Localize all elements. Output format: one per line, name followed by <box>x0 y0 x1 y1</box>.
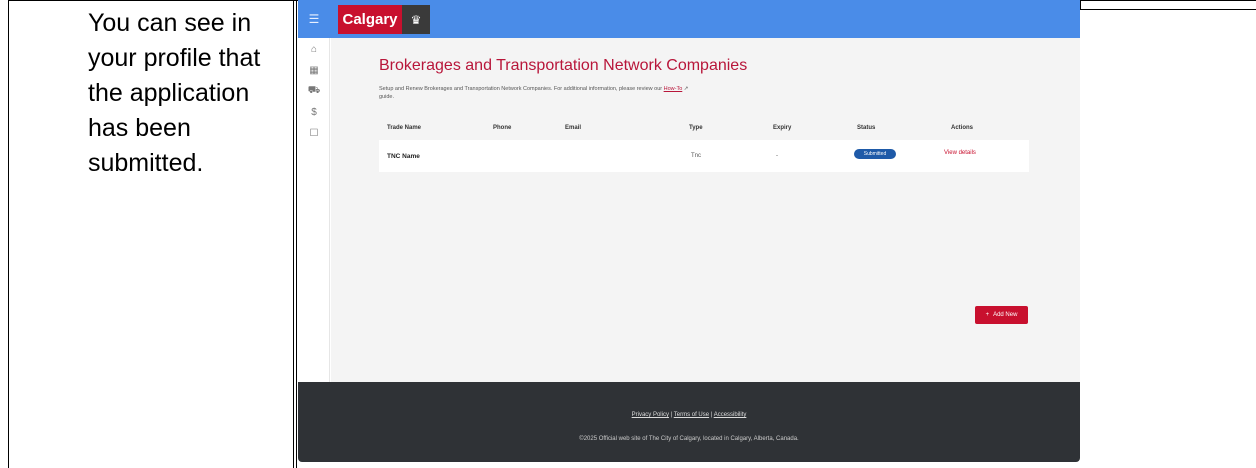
column-header-status[interactable]: Status <box>857 125 875 131</box>
table-row: TNC Name Tnc - Submitted View details <box>379 140 1029 172</box>
car-icon[interactable]: ⛟ <box>298 81 330 102</box>
footer-copyright: ©2025 Official web site of The City of C… <box>579 436 799 442</box>
trade-name-cell: TNC Name <box>387 153 420 160</box>
home-icon[interactable]: ⌂ <box>298 39 330 60</box>
column-header-expiry[interactable]: Expiry <box>773 125 791 131</box>
instruction-text: You can see in your profile that the app… <box>88 9 261 177</box>
crest-icon: ♛ <box>402 5 430 34</box>
table-header: Trade Name Phone Email Type Expiry Statu… <box>379 121 1029 137</box>
add-new-label: Add New <box>993 312 1018 318</box>
app-screenshot: ☰ Calgary ♛ ⌂ ▦ ⛟ $ ☐ Brokerages and Tra… <box>298 0 1080 462</box>
doc-divider <box>296 0 297 468</box>
dollar-icon[interactable]: $ <box>298 102 330 123</box>
main-content: Brokerages and Transportation Network Co… <box>331 38 1080 382</box>
column-header-phone[interactable]: Phone <box>493 125 511 131</box>
status-badge: Submitted <box>854 149 896 159</box>
sidebar: ⌂ ▦ ⛟ $ ☐ <box>298 38 330 382</box>
doc-divider <box>293 0 294 468</box>
add-new-button[interactable]: + Add New <box>975 306 1028 324</box>
terms-of-use-link[interactable]: Terms of Use <box>674 412 709 418</box>
how-to-link[interactable]: How-To <box>664 86 683 92</box>
column-header-type[interactable]: Type <box>689 125 703 131</box>
page-title: Brokerages and Transportation Network Co… <box>379 57 748 74</box>
expiry-cell: - <box>776 153 778 159</box>
plus-icon: + <box>985 312 990 318</box>
menu-button[interactable]: ☰ <box>298 0 330 38</box>
doc-border <box>8 0 9 468</box>
privacy-policy-link[interactable]: Privacy Policy <box>632 412 669 418</box>
view-details-link[interactable]: View details <box>944 150 976 156</box>
doc-divider <box>1080 9 1256 10</box>
lock-icon[interactable]: ☐ <box>298 123 330 144</box>
footer-links: Privacy Policy | Terms of Use | Accessib… <box>298 412 1080 418</box>
building-icon[interactable]: ▦ <box>298 60 330 81</box>
page-description: Setup and Renew Brokerages and Transport… <box>379 85 699 101</box>
footer: Privacy Policy | Terms of Use | Accessib… <box>298 382 1080 462</box>
hamburger-icon: ☰ <box>308 12 320 26</box>
top-bar: ☰ Calgary ♛ <box>298 0 1080 38</box>
column-header-actions: Actions <box>951 125 974 131</box>
type-cell: Tnc <box>691 153 702 159</box>
description-suffix: guide. <box>379 94 394 100</box>
calgary-logo[interactable]: Calgary ♛ <box>338 5 430 34</box>
description-text: Setup and Renew Brokerages and Transport… <box>379 86 664 92</box>
accessibility-link[interactable]: Accessibility <box>714 412 747 418</box>
column-header-trade-name[interactable]: Trade Name <box>387 125 421 131</box>
logo-wordmark: Calgary <box>338 5 402 34</box>
external-link-icon: ↗ <box>682 86 689 92</box>
column-header-email[interactable]: Email <box>565 125 581 131</box>
